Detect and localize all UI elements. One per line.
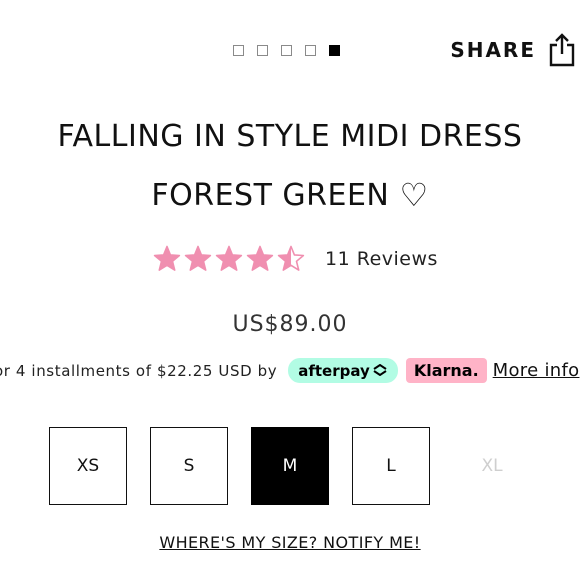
klarna-badge[interactable]: Klarna.	[405, 358, 487, 383]
product-color-name: FOREST GREEN	[151, 178, 390, 213]
afterpay-badge[interactable]: afterpay	[288, 358, 398, 383]
image-carousel-dots	[233, 45, 340, 56]
share-button[interactable]: SHARE	[450, 33, 576, 67]
star-half-icon	[277, 245, 305, 272]
product-title: FALLING IN STYLE MIDI DRESS FOREST GREEN…	[0, 108, 580, 225]
installments-text: or 4 installments of $22.25 USD by	[0, 361, 278, 380]
star-full-icon	[215, 245, 243, 272]
rating-summary: 11 Reviews	[153, 245, 438, 272]
carousel-dot-3[interactable]	[281, 45, 292, 56]
installments-row: or 4 installments of $22.25 USD by after…	[0, 358, 579, 383]
more-info-link[interactable]: More info	[493, 360, 580, 381]
product-detail-panel: SHARE FALLING IN STYLE MIDI DRESS FOREST…	[0, 0, 580, 580]
share-label: SHARE	[450, 38, 536, 62]
carousel-dot-4[interactable]	[305, 45, 316, 56]
carousel-dot-2[interactable]	[257, 45, 268, 56]
star-full-icon	[246, 245, 274, 272]
share-upload-icon	[548, 33, 576, 67]
carousel-dot-1[interactable]	[233, 45, 244, 56]
star-full-icon	[184, 245, 212, 272]
product-price: US$89.00	[232, 312, 348, 337]
heart-icon[interactable]: ♡	[399, 176, 428, 214]
notify-me-link[interactable]: WHERE'S MY SIZE? NOTIFY ME!	[159, 533, 420, 552]
notify-me-row: WHERE'S MY SIZE? NOTIFY ME!	[0, 533, 580, 552]
afterpay-arrows-icon	[372, 362, 388, 380]
size-option-l[interactable]: L	[352, 427, 430, 505]
star-full-icon	[153, 245, 181, 272]
size-option-xl: XL	[453, 427, 531, 505]
reviews-link[interactable]: 11 Reviews	[325, 248, 438, 270]
star-rating	[153, 245, 305, 272]
size-selector: XS S M L XL	[49, 427, 531, 505]
afterpay-label: afterpay	[298, 361, 370, 380]
product-title-line-2: FOREST GREEN ♡	[0, 166, 580, 225]
product-title-line-1: FALLING IN STYLE MIDI DRESS	[57, 119, 523, 154]
size-option-s[interactable]: S	[150, 427, 228, 505]
carousel-dot-5[interactable]	[329, 45, 340, 56]
size-option-xs[interactable]: XS	[49, 427, 127, 505]
size-option-m[interactable]: M	[251, 427, 329, 505]
